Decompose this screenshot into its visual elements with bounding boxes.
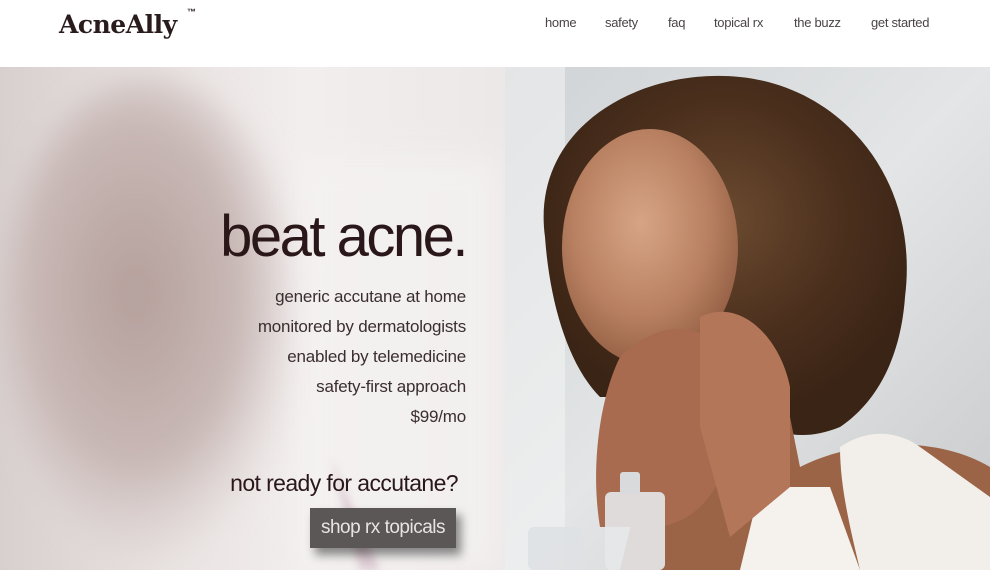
hero-subheading: not ready for accutane? — [230, 470, 458, 496]
price-line: $99/mo — [410, 407, 466, 426]
feature-line: enabled by telemedicine — [287, 347, 466, 366]
site-header: AcneAlly ™ home safety faq topical rx th… — [0, 0, 990, 67]
nav-item-faq[interactable]: faq — [668, 14, 685, 32]
page: AcneAlly ™ home safety faq topical rx th… — [0, 0, 990, 570]
nav-item-safety[interactable]: safety — [605, 14, 638, 32]
nav-item-get-started[interactable]: get started — [871, 14, 929, 32]
feature-line: safety-first approach — [316, 377, 466, 396]
nav-item-home[interactable]: home — [545, 14, 577, 32]
hero-content: beat acne. generic accutane at home moni… — [0, 67, 990, 570]
main-nav: home safety faq topical rx the buzz get … — [0, 14, 990, 34]
hero-headline: beat acne. — [220, 204, 468, 269]
nav-item-topical-rx[interactable]: topical rx — [714, 14, 763, 32]
feature-line: generic accutane at home — [275, 287, 466, 306]
feature-line: monitored by dermatologists — [257, 317, 466, 336]
nav-item-the-buzz[interactable]: the buzz — [794, 14, 841, 32]
shop-rx-topicals-button[interactable]: shop rx topicals — [310, 508, 456, 548]
hero-section: beat acne. generic accutane at home moni… — [0, 67, 990, 570]
